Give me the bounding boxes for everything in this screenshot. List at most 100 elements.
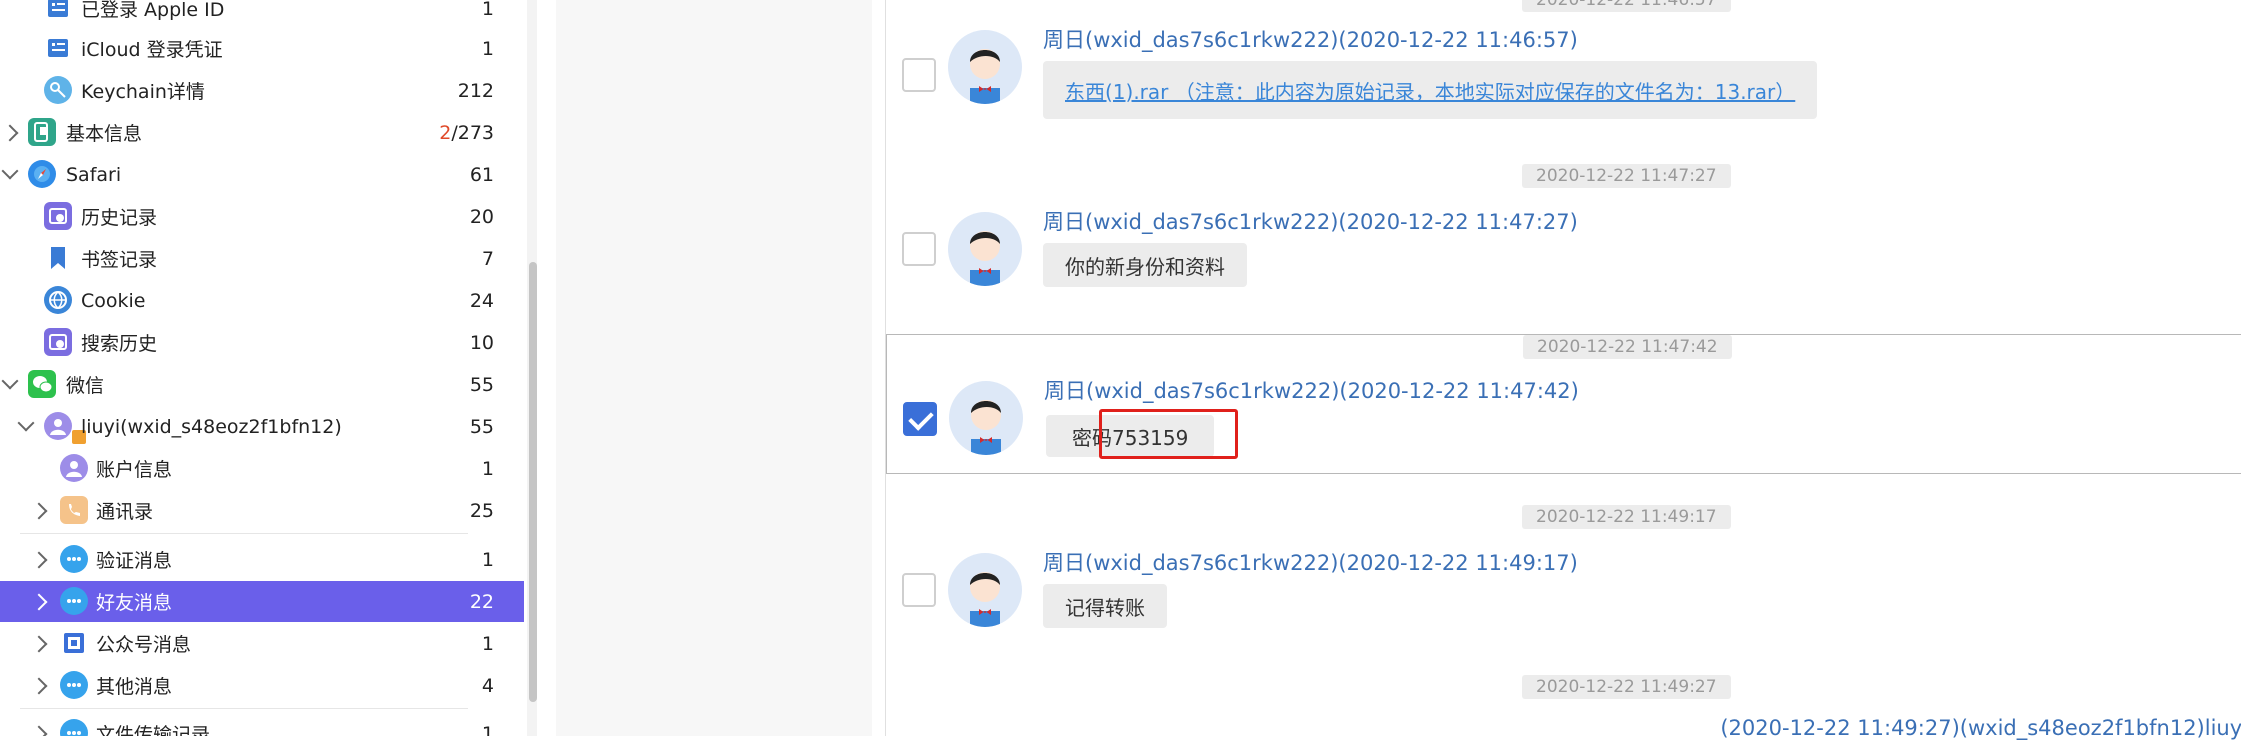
tree-item-friend-messages[interactable]: 好友消息 22 xyxy=(0,581,524,622)
avatar xyxy=(949,381,1023,455)
tree-item-count: 2/273 xyxy=(439,121,494,144)
message-bubble: 记得转账 xyxy=(1043,584,1167,628)
chat-bubble-icon xyxy=(60,545,88,573)
tree-item-keychain[interactable]: Keychain详情 212 xyxy=(0,70,524,111)
tree-item-history[interactable]: 历史记录 20 xyxy=(0,196,524,237)
tree-item-search-history[interactable]: 搜索历史 10 xyxy=(0,322,524,363)
message-timestamp: 2020-12-22 11:47:27 xyxy=(1522,164,1731,188)
tree-item-cookie[interactable]: Cookie 24 xyxy=(0,280,524,321)
message-text: 记得转账 xyxy=(1065,595,1145,620)
message-sender: 周日(wxid_das7s6c1rkw222)(2020-12-22 11:49… xyxy=(1043,551,1578,575)
list-panel xyxy=(556,0,872,736)
person-card-icon xyxy=(44,34,72,62)
tree-item-label: 通讯录 xyxy=(96,501,154,523)
tree-item-label: Safari xyxy=(66,163,122,186)
avatar xyxy=(948,553,1022,627)
message-timestamp: 2020-12-22 11:46:57 xyxy=(1522,0,1731,12)
tree-item-icloud[interactable]: iCloud 登录凭证 1 xyxy=(0,28,524,69)
tree-item-count: 7 xyxy=(481,247,494,270)
chat-message: 周日(wxid_das7s6c1rkw222)(2020-12-22 11:47… xyxy=(886,206,2241,296)
tree-item-label: Cookie xyxy=(81,289,146,312)
wechat-icon xyxy=(28,370,56,398)
avatar xyxy=(948,212,1022,286)
tree-item-label: 基本信息 xyxy=(66,123,143,145)
chevron-right-icon[interactable] xyxy=(30,593,48,610)
tree-item-count: 1 xyxy=(481,632,494,655)
tree-item-count: 24 xyxy=(469,289,494,312)
user-avatar-icon xyxy=(60,454,88,482)
tree-item-count: 55 xyxy=(469,373,494,396)
tree-item-count: 1 xyxy=(481,722,494,737)
message-checkbox[interactable] xyxy=(902,573,936,607)
message-checkbox[interactable] xyxy=(902,232,936,266)
tree-item-count: 212 xyxy=(457,79,494,102)
chat-bubble-icon xyxy=(60,719,88,736)
tree-item-other-messages[interactable]: 其他消息 4 xyxy=(0,665,524,706)
tree-item-label: 好友消息 xyxy=(96,592,173,614)
message-sender: 周日(wxid_das7s6c1rkw222)(2020-12-22 11:47… xyxy=(1044,379,1579,403)
tree-item-count: 55 xyxy=(469,415,494,438)
tree-item-count: 4 xyxy=(481,674,494,697)
chevron-right-icon[interactable] xyxy=(30,677,48,694)
tree-item-count: 1 xyxy=(481,548,494,571)
tree-item-count: 1 xyxy=(481,457,494,480)
divider xyxy=(20,708,468,709)
key-icon xyxy=(44,76,72,104)
chat-message-selected[interactable]: 2020-12-22 11:47:42 周日(wxid_das7s6c1rkw2… xyxy=(886,334,2241,474)
tree-item-bookmarks[interactable]: 书签记录 7 xyxy=(0,238,524,279)
chat-message: 周日(wxid_das7s6c1rkw222)(2020-12-22 11:46… xyxy=(886,24,2241,134)
tree-item-apple-id[interactable]: 已登录 Apple ID 1 xyxy=(0,0,524,29)
chevron-right-icon[interactable] xyxy=(30,551,48,568)
tree-scrollbar-thumb[interactable] xyxy=(529,262,537,702)
phone-info-icon xyxy=(28,118,56,146)
tree-item-label: 已登录 Apple ID xyxy=(81,0,225,21)
message-sender: 周日(wxid_das7s6c1rkw222)(2020-12-22 11:47… xyxy=(1043,210,1578,234)
message-timestamp: 2020-12-22 11:47:42 xyxy=(1523,335,1732,359)
tree-item-count: 61 xyxy=(469,163,494,186)
tree-item-file-transfer[interactable]: 文件传输记录 1 xyxy=(0,713,524,736)
message-checkbox[interactable] xyxy=(902,58,936,92)
tree-item-label: liuyi(wxid_s48eoz2f1bfn12) xyxy=(81,415,342,438)
chevron-right-icon[interactable] xyxy=(1,124,19,141)
cookie-globe-icon xyxy=(44,286,72,314)
history-icon xyxy=(44,202,72,230)
message-bubble: 你的新身份和资料 xyxy=(1043,243,1247,287)
tree-item-count: 25 xyxy=(469,499,494,522)
person-card-icon xyxy=(44,0,72,22)
chat-bubble-icon xyxy=(60,671,88,699)
message-sender: (2020-12-22 11:49:27)(wxid_s48eoz2f1bfn1… xyxy=(1720,716,2241,740)
tree-item-label: 文件传输记录 xyxy=(96,724,211,736)
tree-item-contacts[interactable]: 通讯录 25 xyxy=(0,490,524,531)
chevron-right-icon[interactable] xyxy=(30,502,48,519)
official-account-icon xyxy=(60,629,88,657)
message-timestamp: 2020-12-22 11:49:27 xyxy=(1522,675,1731,699)
message-checkbox-checked[interactable] xyxy=(903,402,937,436)
tree-item-official-account-messages[interactable]: 公众号消息 1 xyxy=(0,623,524,664)
tree-item-account-info[interactable]: 账户信息 1 xyxy=(0,448,524,489)
file-link[interactable]: 东西(1).rar （注意：此内容为原始记录，本地实际对应保存的文件名为：13.… xyxy=(1065,76,1795,105)
divider xyxy=(20,533,468,534)
chevron-right-icon[interactable] xyxy=(30,725,48,736)
chevron-down-icon[interactable] xyxy=(1,162,19,180)
chevron-down-icon[interactable] xyxy=(17,414,35,432)
avatar xyxy=(948,30,1022,104)
tree-item-label: 历史记录 xyxy=(81,207,158,229)
tree-item-wechat[interactable]: 微信 55 xyxy=(0,364,524,405)
message-timestamp: 2020-12-22 11:49:17 xyxy=(1522,505,1731,529)
highlight-box xyxy=(1099,409,1238,459)
chevron-down-icon[interactable] xyxy=(1,372,19,390)
tree-item-count: 10 xyxy=(469,331,494,354)
tree-item-safari[interactable]: Safari 61 xyxy=(0,154,524,195)
tree-item-count: 1 xyxy=(481,37,494,60)
tree-item-account-liuyi[interactable]: liuyi(wxid_s48eoz2f1bfn12) 55 xyxy=(0,406,524,447)
message-sender: 周日(wxid_das7s6c1rkw222)(2020-12-22 11:46… xyxy=(1043,28,1578,52)
chevron-right-icon[interactable] xyxy=(30,635,48,652)
message-bubble[interactable]: 东西(1).rar （注意：此内容为原始记录，本地实际对应保存的文件名为：13.… xyxy=(1043,61,1818,119)
message-text: 你的新身份和资料 xyxy=(1065,254,1225,279)
tree-item-basic-info[interactable]: 基本信息 2/273 xyxy=(0,112,524,153)
chat-bubble-icon xyxy=(60,587,88,615)
chat-message: 周日(wxid_das7s6c1rkw222)(2020-12-22 11:49… xyxy=(886,547,2241,637)
tree-item-verify-messages[interactable]: 验证消息 1 xyxy=(0,539,524,580)
safari-compass-icon xyxy=(28,160,56,188)
tree-item-count: 22 xyxy=(469,590,494,613)
